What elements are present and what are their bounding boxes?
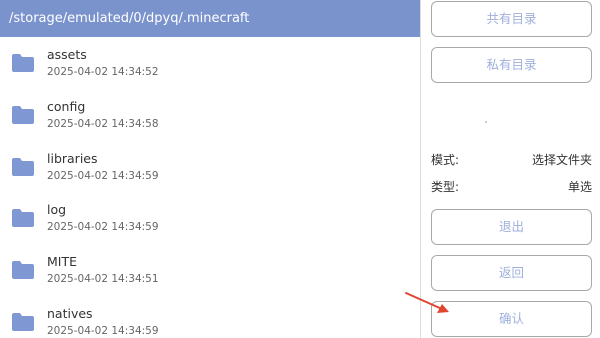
folder-icon bbox=[12, 261, 34, 280]
file-name: log bbox=[47, 202, 67, 218]
folder-icon bbox=[12, 105, 34, 124]
file-date: 2025-04-02 14:34:59 bbox=[47, 169, 159, 182]
file-name: config bbox=[47, 98, 86, 114]
action-pane: 共有目录 私有目录 模式: 选择文件夹 类型: 单选 退出 返回 确认 bbox=[422, 0, 600, 338]
folder-icon bbox=[12, 209, 34, 228]
type-row: 类型: 单选 bbox=[431, 178, 592, 196]
file-date: 2025-04-02 14:34:59 bbox=[47, 221, 159, 234]
file-date: 2025-04-02 14:34:51 bbox=[47, 273, 159, 286]
current-path: /storage/emulated/0/dpyq/.minecraft bbox=[0, 0, 420, 37]
separator-dot bbox=[485, 121, 487, 123]
list-item[interactable]: config 2025-04-02 14:34:58 bbox=[0, 89, 420, 141]
file-name: natives bbox=[47, 305, 93, 321]
folder-icon bbox=[12, 54, 34, 72]
file-browser-pane: /storage/emulated/0/dpyq/.minecraft asse… bbox=[0, 0, 421, 338]
confirm-button[interactable]: 确认 bbox=[431, 301, 592, 337]
private-directory-button[interactable]: 私有目录 bbox=[431, 47, 592, 83]
file-name: MITE bbox=[47, 254, 78, 270]
file-date: 2025-04-02 14:34:59 bbox=[47, 324, 159, 337]
mode-row: 模式: 选择文件夹 bbox=[431, 151, 592, 169]
red-arrow-icon bbox=[405, 292, 449, 313]
type-label: 类型: bbox=[431, 180, 460, 194]
file-date: 2025-04-02 14:34:58 bbox=[47, 117, 159, 130]
file-name: assets bbox=[47, 47, 87, 62]
list-item[interactable]: MITE 2025-04-02 14:34:51 bbox=[0, 244, 420, 296]
folder-icon bbox=[12, 157, 34, 176]
file-list: assets 2025-04-02 14:34:52 config 2025-0… bbox=[0, 37, 420, 338]
type-value: 单选 bbox=[567, 180, 592, 194]
list-item[interactable]: libraries 2025-04-02 14:34:59 bbox=[0, 141, 420, 193]
mode-label: 模式: bbox=[431, 153, 460, 167]
file-date: 2025-04-02 14:34:52 bbox=[47, 66, 159, 78]
back-button[interactable]: 返回 bbox=[431, 255, 592, 291]
exit-button[interactable]: 退出 bbox=[431, 209, 592, 245]
shared-directory-button[interactable]: 共有目录 bbox=[431, 1, 592, 37]
folder-icon bbox=[12, 312, 34, 331]
file-name: libraries bbox=[47, 150, 98, 166]
list-item[interactable]: natives 2025-04-02 14:34:59 bbox=[0, 296, 420, 338]
mode-value: 选择文件夹 bbox=[531, 153, 592, 167]
list-item[interactable]: assets 2025-04-02 14:34:52 bbox=[0, 37, 420, 89]
list-item[interactable]: log 2025-04-02 14:34:59 bbox=[0, 192, 420, 244]
